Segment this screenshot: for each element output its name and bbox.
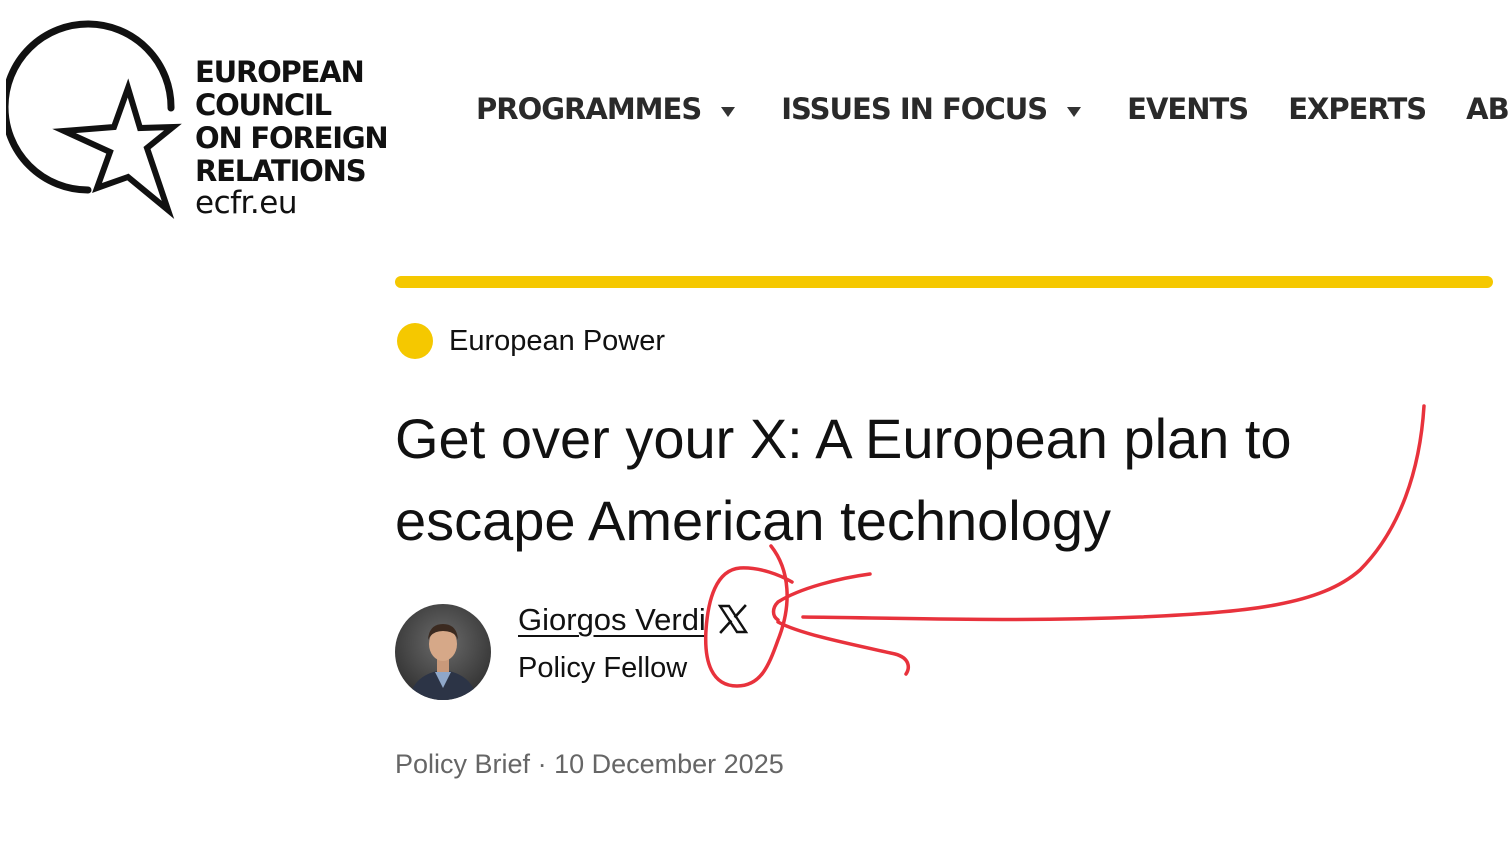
- logo-text: EUROPEAN COUNCIL ON FOREIGN RELATIONS ec…: [195, 55, 389, 221]
- article-title-line: escape American technology: [395, 489, 1111, 552]
- logo-line: ON FOREIGN: [195, 121, 389, 155]
- topic-tag[interactable]: European Power: [397, 323, 665, 359]
- logo-domain: ecfr.eu: [195, 185, 298, 221]
- nav-item-about[interactable]: ABO: [1466, 92, 1508, 126]
- nav-item-label: ISSUES IN FOCUS: [781, 92, 1048, 126]
- x-icon[interactable]: [717, 603, 749, 635]
- nav-item-label: ABO: [1466, 92, 1508, 126]
- article-date: 10 December 2025: [554, 749, 784, 779]
- author-role: Policy Fellow: [518, 652, 688, 684]
- accent-divider: [395, 276, 1493, 288]
- author-avatar[interactable]: [395, 604, 491, 700]
- article-title: Get over your X: A European plan to esca…: [395, 398, 1415, 562]
- article-type: Policy Brief: [395, 749, 531, 779]
- main-nav: PROGRAMMES ISSUES IN FOCUS EVENTS EXPERT…: [476, 92, 1508, 126]
- nav-item-label: EXPERTS: [1288, 92, 1427, 126]
- circle-star-logo-icon: [6, 20, 182, 220]
- caret-down-icon: [721, 107, 736, 117]
- article-title-line: Get over your X: A European plan to: [395, 407, 1292, 470]
- author-photo: [395, 604, 491, 700]
- nav-item-issues-in-focus[interactable]: ISSUES IN FOCUS: [781, 92, 1082, 126]
- logo-line: EUROPEAN: [195, 55, 365, 89]
- meta-separator: ·: [537, 749, 547, 779]
- nav-item-label: EVENTS: [1127, 92, 1249, 126]
- article-meta: Policy Brief · 10 December 2025: [395, 749, 784, 780]
- topic-dot-icon: [397, 323, 433, 359]
- topic-label: European Power: [449, 324, 666, 357]
- logo-line: RELATIONS: [195, 154, 367, 188]
- author-name-link[interactable]: Giorgos Verdi: [518, 602, 706, 638]
- caret-down-icon: [1067, 107, 1082, 117]
- nav-item-experts[interactable]: EXPERTS: [1288, 92, 1427, 126]
- ecfr-logo[interactable]: EUROPEAN COUNCIL ON FOREIGN RELATIONS ec…: [6, 20, 406, 220]
- nav-item-events[interactable]: EVENTS: [1127, 92, 1249, 126]
- logo-line: COUNCIL: [195, 88, 332, 122]
- nav-item-label: PROGRAMMES: [476, 92, 702, 126]
- nav-item-programmes[interactable]: PROGRAMMES: [476, 92, 736, 126]
